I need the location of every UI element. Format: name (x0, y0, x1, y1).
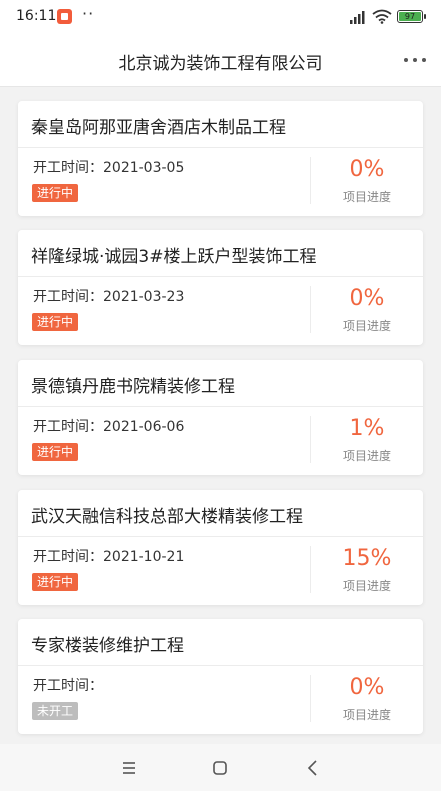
status-badge: 进行中 (32, 184, 79, 202)
start-date-row: 开工时间：2021-03-05 (33, 157, 184, 177)
project-card[interactable]: 专家楼装修维护工程 开工时间： 未开工 0% 项目进度 (18, 619, 423, 734)
status-bar: 16:11 ·· 97 (0, 0, 441, 34)
status-badge: 进行中 (32, 313, 79, 331)
project-title: 武汉天融信科技总部大楼精装修工程 (31, 507, 303, 527)
start-date-value: 2021-06-06 (103, 419, 185, 435)
start-date-label: 开工时间： (33, 160, 103, 176)
card-divider (18, 276, 423, 277)
battery-icon: 97 (397, 10, 426, 23)
start-date-row: 开工时间：2021-10-21 (33, 546, 184, 566)
menu-icon[interactable] (119, 758, 139, 778)
page-title: 北京诚为装饰工程有限公司 (118, 54, 323, 74)
progress-label: 项目进度 (342, 579, 391, 593)
project-title: 景德镇丹鹿书院精装修工程 (31, 377, 235, 397)
back-icon[interactable] (303, 758, 323, 778)
card-divider (18, 536, 423, 537)
progress-label: 项目进度 (342, 708, 391, 722)
progress-value: 15% (342, 546, 392, 571)
status-badge: 未开工 (32, 702, 79, 720)
start-date-label: 开工时间： (33, 419, 103, 435)
progress-label: 项目进度 (342, 449, 391, 463)
start-date-value: 2021-03-23 (103, 289, 185, 305)
progress-label: 项目进度 (342, 190, 391, 204)
app-header: 北京诚为装饰工程有限公司 (0, 34, 441, 87)
project-card[interactable]: 祥隆绿城·诚园3#楼上跃户型装饰工程 开工时间：2021-03-23 进行中 0… (18, 230, 423, 345)
status-time: 16:11 (16, 8, 57, 24)
start-date-row: 开工时间：2021-03-23 (33, 286, 184, 306)
project-card[interactable]: 景德镇丹鹿书院精装修工程 开工时间：2021-06-06 进行中 1% 项目进度 (18, 360, 423, 475)
progress-value: 0% (349, 286, 385, 311)
progress-label: 项目进度 (342, 319, 391, 333)
progress-value: 0% (349, 675, 385, 700)
card-divider (18, 406, 423, 407)
project-title: 秦皇岛阿那亚唐舍酒店木制品工程 (31, 118, 286, 138)
card-divider (18, 147, 423, 148)
project-title: 专家楼装修维护工程 (31, 636, 184, 656)
status-dots: ·· (82, 4, 95, 23)
start-date-label: 开工时间： (33, 678, 103, 694)
project-card[interactable]: 秦皇岛阿那亚唐舍酒店木制品工程 开工时间：2021-03-05 进行中 0% 项… (18, 101, 423, 216)
start-date-value: 2021-03-05 (103, 160, 185, 176)
progress-value: 0% (349, 157, 385, 182)
start-date-row: 开工时间：2021-06-06 (33, 416, 184, 436)
app-notification-icon (57, 9, 72, 24)
system-nav-bar (0, 744, 441, 791)
start-date-label: 开工时间： (33, 289, 103, 305)
project-title: 祥隆绿城·诚园3#楼上跃户型装饰工程 (31, 247, 317, 267)
signal-icon (350, 11, 365, 24)
start-date-row: 开工时间： (33, 675, 103, 695)
more-icon[interactable] (402, 50, 428, 70)
card-divider (18, 665, 423, 666)
start-date-label: 开工时间： (33, 549, 103, 565)
wifi-icon (372, 9, 392, 24)
start-date-value: 2021-10-21 (103, 549, 185, 565)
progress-value: 1% (349, 416, 385, 441)
status-badge: 进行中 (32, 573, 79, 591)
battery-level: 97 (404, 12, 416, 21)
project-card[interactable]: 武汉天融信科技总部大楼精装修工程 开工时间：2021-10-21 进行中 15%… (18, 490, 423, 605)
status-badge: 进行中 (32, 443, 79, 461)
home-icon[interactable] (210, 758, 230, 778)
